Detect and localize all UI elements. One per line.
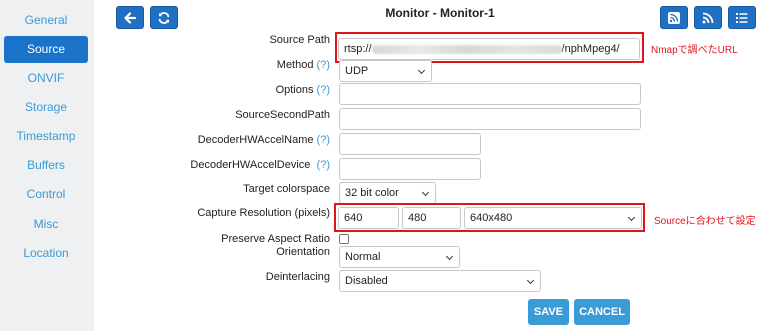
decoder-hw-accel-device-label: DecoderHWAccelDevice (?) xyxy=(190,159,330,171)
back-arrow-icon xyxy=(124,11,137,24)
decoder-name-help-link[interactable]: (?) xyxy=(317,134,330,146)
cancel-button[interactable]: CANCEL xyxy=(574,299,630,325)
preserve-aspect-ratio-checkbox[interactable] xyxy=(339,234,349,244)
refresh-button[interactable] xyxy=(150,6,178,29)
decoder-hw-accel-name-input[interactable] xyxy=(339,133,481,155)
orientation-label: Orientation xyxy=(276,246,330,258)
method-help-link[interactable]: (?) xyxy=(317,59,330,71)
target-colorspace-select[interactable]: 32 bit color xyxy=(339,182,436,204)
list-button[interactable] xyxy=(728,6,756,29)
source-second-path-label: SourceSecondPath xyxy=(235,109,330,121)
target-colorspace-label: Target colorspace xyxy=(243,183,330,195)
rss-icon xyxy=(702,12,714,23)
options-input[interactable] xyxy=(339,83,641,105)
deinterlacing-label: Deinterlacing xyxy=(265,271,330,283)
source-path-label: Source Path xyxy=(269,34,330,46)
orientation-select[interactable]: Normal xyxy=(339,246,460,268)
decoder-hw-accel-device-input[interactable] xyxy=(339,158,481,180)
preserve-aspect-ratio-label: Preserve Aspect Ratio xyxy=(221,233,330,245)
method-label: Method (?) xyxy=(276,59,330,71)
deinterlacing-select[interactable]: Disabled xyxy=(339,270,541,292)
rss-button[interactable] xyxy=(694,6,722,29)
method-select[interactable]: UDP xyxy=(339,60,432,82)
options-help-link[interactable]: (?) xyxy=(317,84,330,96)
capture-resolution-label: Capture Resolution (pixels) xyxy=(197,207,330,219)
decoder-device-help-link[interactable]: (?) xyxy=(317,159,330,171)
source-path-highlight xyxy=(335,32,644,63)
rss-icon xyxy=(668,11,680,24)
decoder-hw-accel-name-label: DecoderHWAccelName (?) xyxy=(197,134,330,146)
tab-general[interactable]: General xyxy=(4,7,88,34)
options-label: Options (?) xyxy=(275,84,330,96)
refresh-icon xyxy=(158,11,170,24)
feed-button[interactable] xyxy=(660,6,688,29)
list-icon xyxy=(736,12,748,23)
save-button[interactable]: SAVE xyxy=(528,299,569,325)
page-title: Monitor - Monitor-1 xyxy=(385,6,495,20)
capture-resolution-highlight xyxy=(334,203,645,232)
back-button[interactable] xyxy=(116,6,144,29)
source-second-path-input[interactable] xyxy=(339,108,641,130)
source-path-annotation: Nmapで調べたURL xyxy=(651,45,738,56)
capture-resolution-annotation: Sourceに合わせて設定 xyxy=(654,216,756,227)
